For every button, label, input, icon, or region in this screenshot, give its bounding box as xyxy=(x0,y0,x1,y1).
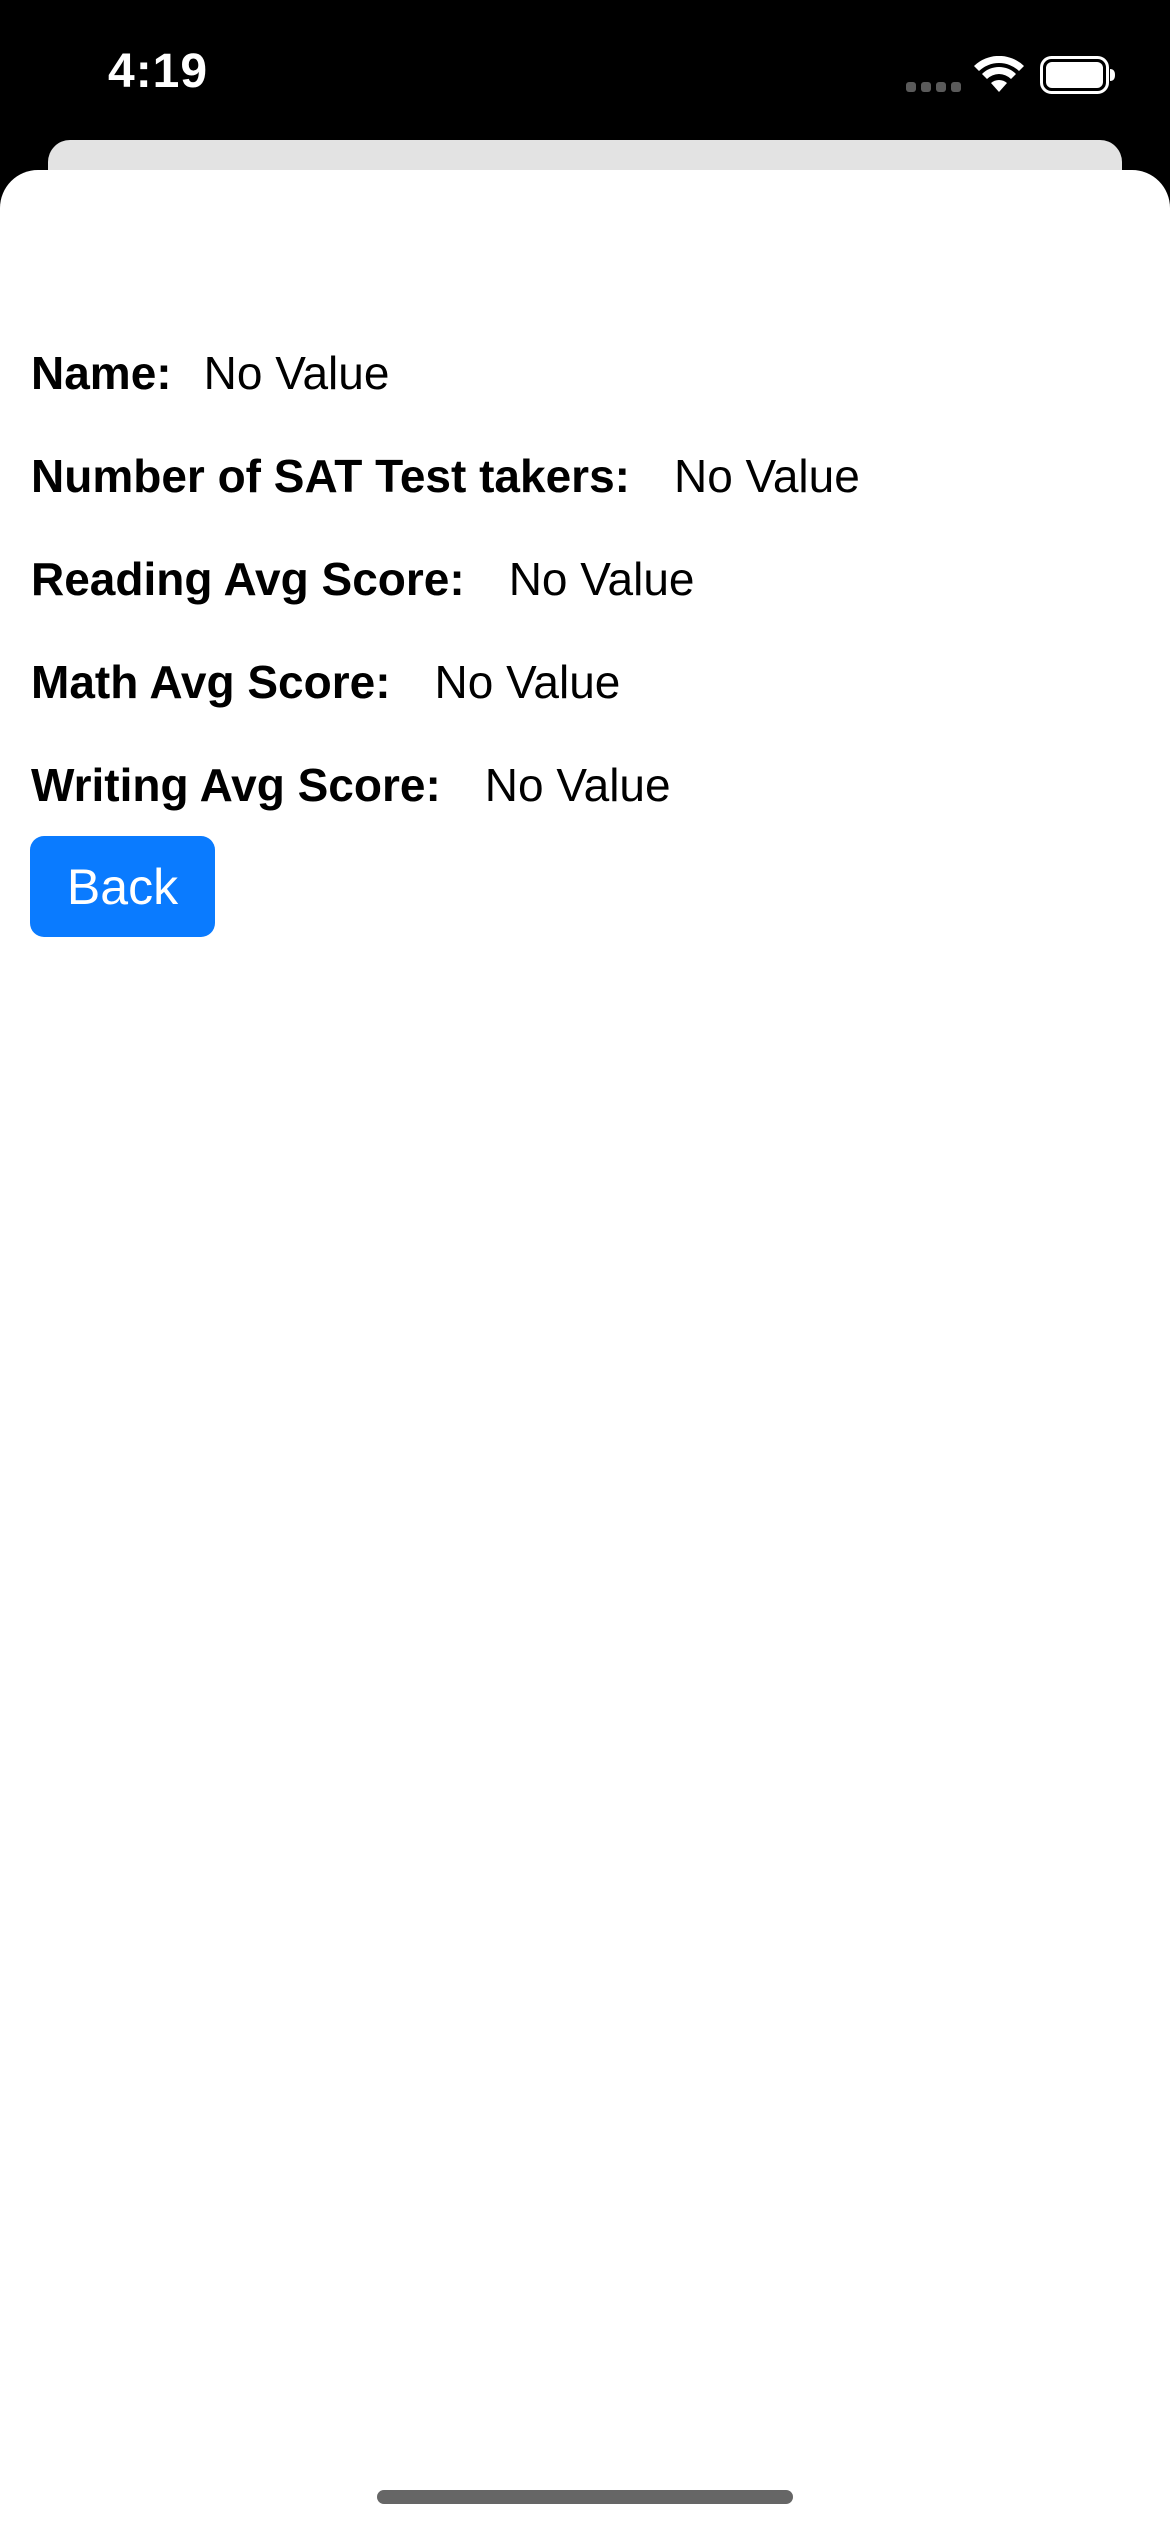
writing-score-label: Writing Avg Score: xyxy=(31,759,441,811)
signal-icon xyxy=(906,82,961,92)
app-screen: 4:19 Name: No Value Number of SAT Test t… xyxy=(0,0,1170,2532)
name-row: Name: No Value xyxy=(31,343,389,403)
reading-score-value: No Value xyxy=(508,553,695,605)
test-takers-row: Number of SAT Test takers: No Value xyxy=(31,446,860,506)
back-button[interactable]: Back xyxy=(30,836,215,937)
status-time: 4:19 xyxy=(108,45,209,98)
name-label: Name: xyxy=(31,347,172,399)
battery-icon xyxy=(1040,56,1115,94)
status-bar: 4:19 xyxy=(0,0,1170,140)
test-takers-value: No Value xyxy=(673,450,860,502)
reading-score-label: Reading Avg Score: xyxy=(31,553,465,605)
math-score-label: Math Avg Score: xyxy=(31,656,391,708)
reading-score-row: Reading Avg Score: No Value xyxy=(31,549,695,609)
math-score-value: No Value xyxy=(434,656,621,708)
writing-score-value: No Value xyxy=(484,759,671,811)
home-indicator[interactable] xyxy=(377,2490,793,2504)
name-value: No Value xyxy=(203,347,390,399)
school-detail-sheet: Name: No Value Number of SAT Test takers… xyxy=(0,170,1170,2532)
wifi-icon xyxy=(974,56,1024,92)
test-takers-label: Number of SAT Test takers: xyxy=(31,450,630,502)
writing-score-row: Writing Avg Score: No Value xyxy=(31,755,671,815)
math-score-row: Math Avg Score: No Value xyxy=(31,652,620,712)
